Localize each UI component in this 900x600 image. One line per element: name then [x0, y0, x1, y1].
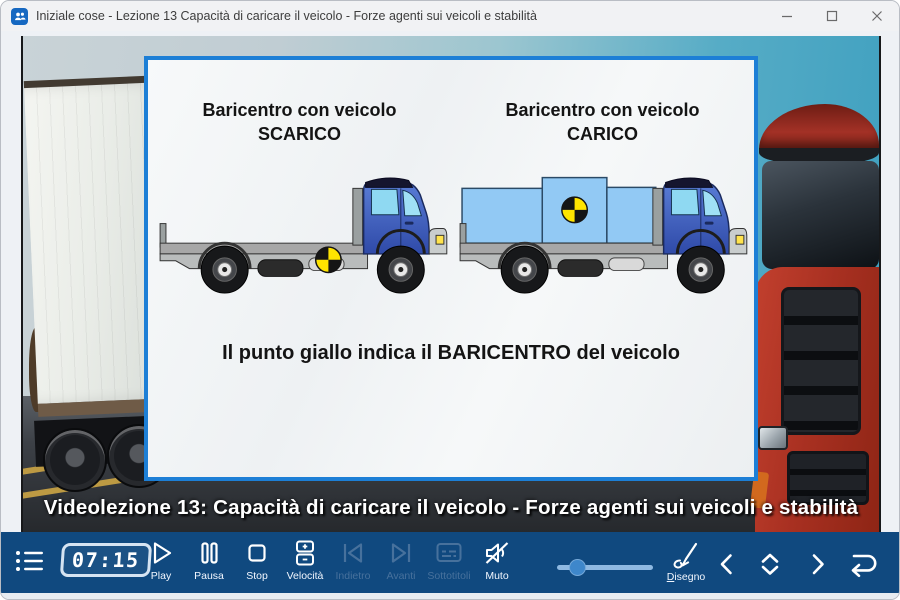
list-icon	[14, 547, 46, 575]
truck-loaded-illustration	[454, 159, 748, 296]
chevron-right-icon	[803, 549, 833, 579]
next-button: Avanti	[377, 538, 425, 582]
player-controlbar: 07:15 Play Pausa Stop Velocità Indietro	[1, 532, 899, 593]
stop-button[interactable]: Stop	[233, 538, 281, 582]
subtitles-button: Sottotitoli	[425, 538, 473, 582]
skip-forward-icon	[386, 538, 416, 568]
minimize-icon	[781, 10, 793, 22]
skip-back-icon	[338, 538, 368, 568]
stop-icon	[242, 538, 272, 568]
mute-button[interactable]: Muto	[473, 538, 521, 582]
chevron-left-icon	[711, 549, 741, 579]
speed-icon	[290, 538, 320, 568]
slide-panel: Baricentro con veicolo SCARICO Baricentr…	[144, 56, 758, 481]
draw-button[interactable]: Disegno	[655, 540, 717, 583]
subtitles-icon	[434, 538, 464, 568]
close-button[interactable]	[854, 1, 899, 31]
baricentro-marker-low	[316, 247, 341, 272]
previous-button: Indietro	[329, 538, 377, 582]
maximize-button[interactable]	[809, 1, 854, 31]
pen-icon	[669, 540, 703, 570]
nav-expand-button[interactable]	[753, 549, 787, 582]
video-caption: Videolezione 13: Capacità di caricare il…	[23, 496, 879, 520]
app-people-icon	[11, 8, 28, 25]
volume-thumb[interactable]	[570, 560, 585, 575]
background-red-truck	[755, 64, 879, 532]
play-icon	[146, 538, 176, 568]
pause-icon	[194, 538, 224, 568]
close-icon	[871, 10, 883, 22]
play-button[interactable]: Play	[137, 538, 185, 582]
nav-previous-button[interactable]	[711, 549, 741, 582]
video-area: Baricentro con veicolo SCARICO Baricentr…	[21, 36, 881, 532]
return-arrow-icon	[843, 548, 881, 579]
mute-icon	[482, 538, 512, 568]
minimize-button[interactable]	[764, 1, 809, 31]
pause-button[interactable]: Pausa	[185, 538, 233, 582]
nav-next-button[interactable]	[803, 549, 833, 582]
baricentro-marker-high	[562, 197, 587, 222]
chevron-up-down-icon	[753, 549, 787, 579]
titlebar: Iniziale cose - Lezione 13 Capacità di c…	[1, 1, 899, 31]
return-button[interactable]	[843, 548, 881, 582]
window-bottom-edge	[1, 593, 899, 600]
heading-loaded: Baricentro con veicolo CARICO	[451, 98, 754, 147]
maximize-icon	[826, 10, 838, 22]
volume-slider[interactable]	[557, 560, 653, 575]
speed-button[interactable]: Velocità	[281, 538, 329, 582]
window-title: Iniziale cose - Lezione 13 Capacità di c…	[36, 9, 537, 23]
slide-footer-text: Il punto giallo indica il BARICENTRO del…	[148, 342, 754, 365]
window-controls	[764, 1, 899, 31]
heading-unloaded: Baricentro con veicolo SCARICO	[148, 98, 451, 147]
lesson-index-button[interactable]	[14, 547, 46, 578]
app-window: Iniziale cose - Lezione 13 Capacità di c…	[0, 0, 900, 600]
truck-unloaded-illustration	[154, 159, 448, 296]
